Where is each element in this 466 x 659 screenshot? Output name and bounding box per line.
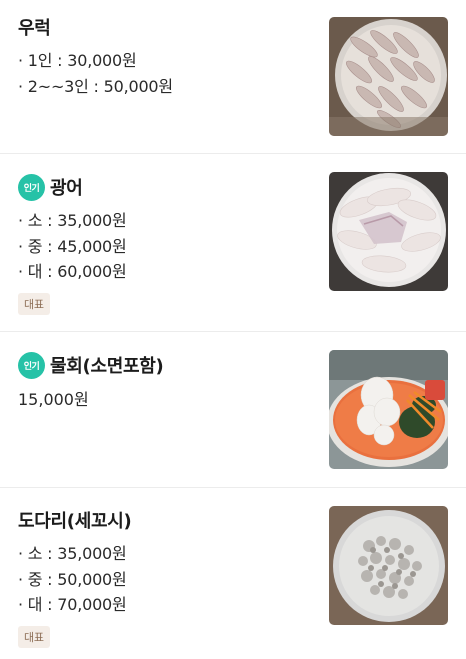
price-list: · 소 : 35,000원 · 중 : 45,000원 · 대 : 60,000… (18, 208, 318, 285)
price-line: · 소 : 35,000원 (18, 544, 127, 563)
menu-item[interactable]: 도다리(세꼬시) · 소 : 35,000원 · 중 : 50,000원 · 대… (0, 488, 466, 659)
price-line: · 소 : 35,000원 (18, 211, 127, 230)
menu-item-photo[interactable] (329, 172, 448, 291)
menu-item-info: 도다리(세꼬시) · 소 : 35,000원 · 중 : 50,000원 · 대… (18, 507, 318, 648)
price-line: · 중 : 45,000원 (18, 236, 127, 256)
representative-tag: 대표 (18, 625, 50, 648)
rockfish-sashimi-image (329, 17, 448, 136)
menu-item-name: 우럭 (18, 18, 51, 39)
price-line: · 중 : 50,000원 (18, 569, 127, 589)
menu-item-info: 인기 물회(소면포함) 15,000원 (18, 351, 318, 412)
menu-item[interactable]: 인기 광어 · 소 : 35,000원 · 중 : 45,000원 · 대 : … (0, 154, 466, 332)
menu-item-photo[interactable] (329, 17, 448, 136)
menu-item-photo[interactable] (329, 350, 448, 469)
price-line: · 대 : 70,000원 (18, 595, 127, 614)
price-line: · 1인 : 30,000원 (18, 51, 137, 70)
menu-item-info: 인기 광어 · 소 : 35,000원 · 중 : 45,000원 · 대 : … (18, 173, 318, 315)
price-list: · 소 : 35,000원 · 중 : 50,000원 · 대 : 70,000… (18, 541, 318, 618)
menu-item-name-row: 인기 광어 (18, 173, 318, 201)
flatfish-sashimi-image (329, 172, 448, 291)
menu-item-name-row: 우럭 (18, 14, 318, 40)
menu-item[interactable]: 인기 물회(소면포함) 15,000원 (0, 332, 466, 488)
menu-item-photo[interactable] (329, 506, 448, 625)
menu-item-info: 우럭 · 1인 : 30,000원 · 2~~3인 : 50,000원 (18, 14, 318, 99)
price-line: · 대 : 60,000원 (18, 262, 127, 281)
menu-list: 우럭 · 1인 : 30,000원 · 2~~3인 : 50,000원 인기 광… (0, 0, 466, 659)
menu-item-name-row: 인기 물회(소면포함) (18, 351, 318, 379)
price-line: · 2~~3인 : 50,000원 (18, 76, 173, 96)
price-line: 15,000원 (18, 390, 89, 409)
menu-item-name: 물회(소면포함) (50, 356, 164, 377)
flounder-bone-in-sashimi-image (329, 506, 448, 625)
popular-badge: 인기 (18, 351, 45, 379)
menu-item-name-row: 도다리(세꼬시) (18, 507, 318, 533)
menu-item-name: 광어 (50, 178, 83, 199)
popular-badge: 인기 (18, 173, 45, 201)
menu-item[interactable]: 우럭 · 1인 : 30,000원 · 2~~3인 : 50,000원 (0, 0, 466, 154)
price-list: · 1인 : 30,000원 · 2~~3인 : 50,000원 (18, 48, 318, 99)
cold-raw-fish-soup-image (329, 350, 448, 469)
representative-tag: 대표 (18, 292, 50, 315)
menu-item-name: 도다리(세꼬시) (18, 511, 132, 532)
